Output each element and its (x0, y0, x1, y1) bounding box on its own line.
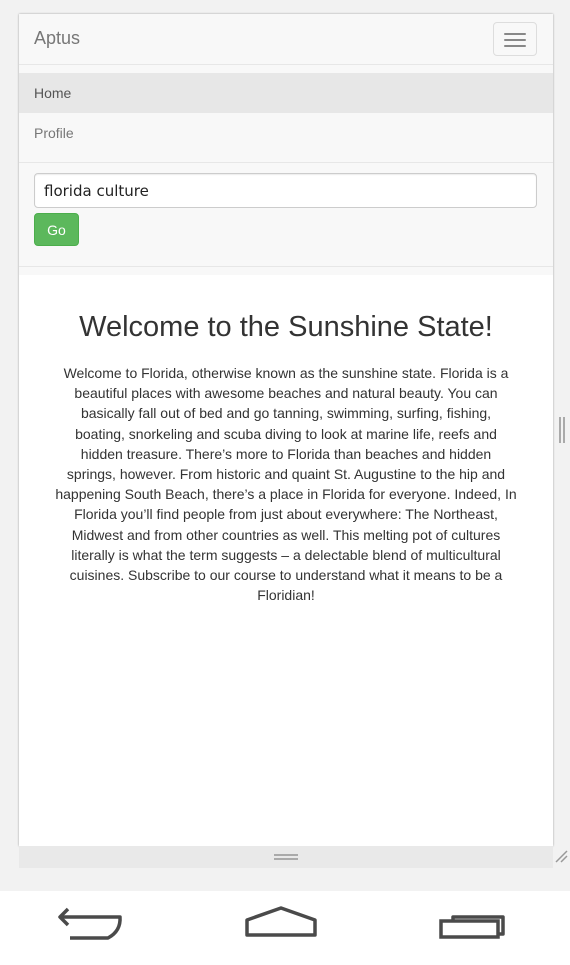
navbar-header: Aptus (19, 14, 553, 65)
recent-apps-button[interactable] (423, 905, 523, 955)
brand-logo[interactable]: Aptus (34, 28, 80, 49)
nav-item-home[interactable]: Home (19, 73, 553, 113)
home-button[interactable] (231, 905, 331, 955)
recent-apps-icon (439, 915, 505, 939)
nav-item-profile[interactable]: Profile (19, 113, 553, 153)
emulator-viewport: Aptus Home Profile Go Welcome to the Sun… (0, 0, 570, 965)
resize-corner-icon (555, 850, 568, 863)
page-title: Welcome to the Sunshine State! (79, 311, 493, 343)
search-form: Go (19, 162, 553, 267)
system-navigation-bar (0, 891, 570, 965)
go-button[interactable]: Go (34, 213, 79, 246)
back-button[interactable] (40, 905, 140, 955)
main-content: Welcome to the Sunshine State! Welcome t… (19, 267, 553, 846)
home-icon (245, 906, 317, 937)
hamburger-menu-icon (504, 33, 526, 35)
navbar: Aptus Home Profile Go (19, 14, 553, 267)
intro-paragraph: Welcome to Florida, otherwise known as t… (55, 365, 517, 604)
back-icon (58, 907, 122, 940)
hamburger-menu-icon-bar (504, 39, 526, 41)
search-input[interactable] (34, 173, 537, 208)
resize-bar (19, 846, 553, 868)
navbar-toggle-button[interactable] (493, 22, 537, 56)
hamburger-menu-icon-bar (504, 45, 526, 47)
resize-corner-handle[interactable] (553, 846, 570, 866)
resize-handle-bottom[interactable] (274, 854, 298, 860)
resize-handle-right[interactable] (559, 417, 565, 443)
browser-page: Aptus Home Profile Go Welcome to the Sun… (19, 14, 553, 846)
